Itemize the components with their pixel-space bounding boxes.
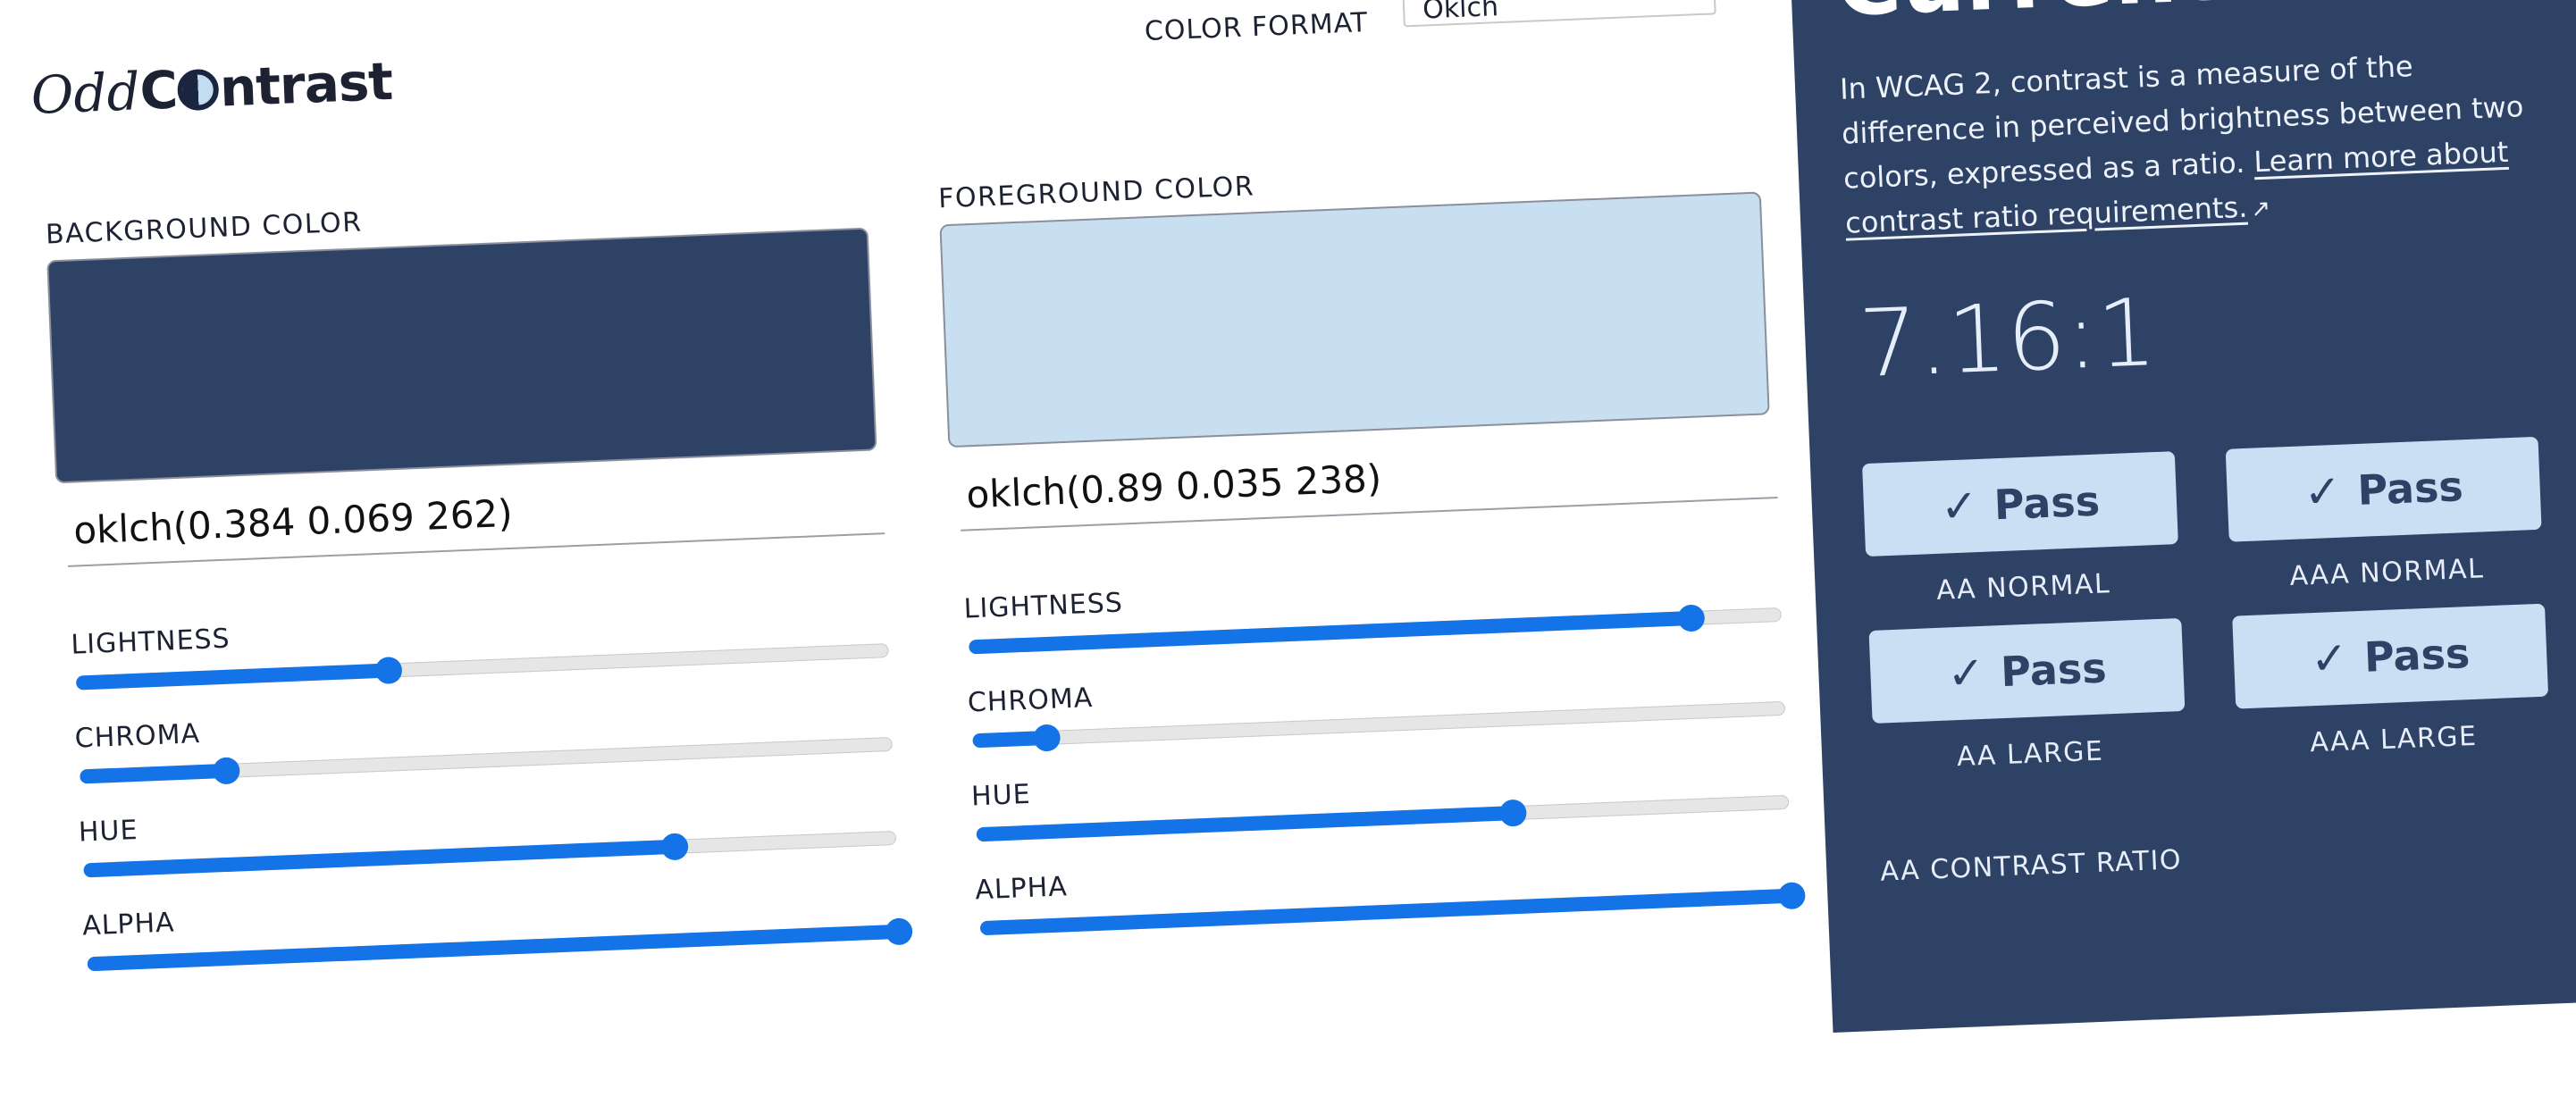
foreground-color-input[interactable] (958, 427, 1778, 532)
color-format-label: COLOR FORMAT (1144, 6, 1369, 47)
panel-title-bold: Current (1833, 0, 2221, 37)
background-hue-slider[interactable] (83, 830, 897, 878)
slider-thumb[interactable] (213, 757, 241, 785)
check-icon: ✓ (2309, 632, 2350, 686)
background-chroma-label: CHROMA (74, 718, 201, 755)
aa-normal-result: Pass (1993, 476, 2102, 530)
contrast-ratio-value: 7.16:1 (1857, 277, 2159, 399)
app-stage: OddCntrast COLOR FORMAT Oklch ⌄ BACKGROU… (0, 0, 2576, 1033)
slider-fill (87, 924, 899, 972)
panel-title: Current Ratio (1833, 0, 2480, 37)
aaa-large-label: AAA LARGE (2309, 720, 2479, 759)
aa-normal-check: ✓ Pass AA NORMAL (1862, 451, 2180, 609)
foreground-chroma-slider[interactable] (972, 700, 1786, 752)
foreground-chroma-label: CHROMA (967, 682, 1094, 719)
oddcontrast-logo[interactable]: OddC ntrast (29, 51, 393, 126)
logo-odd: Odd (29, 61, 141, 127)
background-hue-label: HUE (78, 814, 139, 849)
background-lightness-label: LIGHTNESS (70, 623, 231, 661)
current-ratio-panel: Current Ratio In WCAG 2, contrast is a m… (1786, 0, 2576, 1033)
background-swatch[interactable] (46, 227, 877, 484)
background-color-section: BACKGROUND COLOR LIGHTNESS CHROMA HUE AL… (38, 16, 913, 972)
aaa-normal-result: Pass (2356, 462, 2464, 515)
half-circle-logo-icon (177, 68, 221, 112)
check-icon: ✓ (2303, 465, 2343, 519)
aaa-normal-badge: ✓ Pass (2225, 436, 2542, 542)
background-chroma-slider[interactable] (80, 736, 894, 785)
background-alpha-slider[interactable] (87, 917, 913, 972)
check-icon: ✓ (1939, 480, 1979, 533)
slider-fill (80, 763, 227, 784)
aa-large-result: Pass (2000, 643, 2108, 697)
logo-rest: ntrast (218, 50, 394, 119)
foreground-alpha-slider[interactable] (979, 882, 1806, 936)
foreground-swatch[interactable] (939, 191, 1770, 448)
slider-fill (976, 806, 1513, 842)
aaa-large-check: ✓ Pass AAA LARGE (2232, 603, 2550, 762)
slider-thumb[interactable] (885, 917, 913, 946)
slider-fill (75, 663, 388, 691)
background-color-input[interactable] (64, 463, 885, 567)
slider-fill (979, 888, 1791, 936)
external-link-icon: ↗ (2250, 195, 2271, 223)
slider-thumb[interactable] (1677, 604, 1706, 632)
slider-thumb[interactable] (1032, 724, 1061, 752)
aaa-normal-label: AAA NORMAL (2288, 553, 2485, 593)
logo-c: C (138, 59, 179, 122)
background-alpha-label: ALPHA (81, 907, 176, 942)
chevron-down-icon: ⌄ (1681, 0, 1699, 5)
slider-fill (83, 839, 675, 878)
aa-large-check: ✓ Pass AA LARGE (1868, 617, 2187, 776)
panel-description: In WCAG 2, contrast is a measure of the … (1839, 39, 2543, 248)
color-format-value: Oklch (1422, 0, 1499, 26)
aaa-large-result: Pass (2362, 629, 2471, 682)
description-text: In WCAG 2, contrast is a measure of the … (1839, 49, 2525, 196)
check-icon: ✓ (1946, 646, 1986, 700)
aa-normal-label: AA NORMAL (1935, 568, 2111, 607)
aaa-large-badge: ✓ Pass (2232, 603, 2549, 709)
logo-contrast: Cntrast (138, 51, 393, 121)
foreground-hue-slider[interactable] (976, 794, 1790, 842)
panel-title-light: Ratio (2246, 0, 2480, 20)
foreground-lightness-label: LIGHTNESS (963, 587, 1124, 625)
slider-thumb[interactable] (1498, 799, 1528, 827)
aa-normal-badge: ✓ Pass (1862, 451, 2178, 557)
foreground-alpha-label: ALPHA (974, 871, 1069, 907)
slider-thumb[interactable] (660, 833, 689, 861)
foreground-hue-label: HUE (970, 778, 1032, 813)
slider-thumb[interactable] (374, 656, 403, 685)
color-format-select[interactable]: Oklch ⌄ (1400, 0, 1716, 28)
aaa-normal-check: ✓ Pass AAA NORMAL (2225, 436, 2544, 595)
foreground-color-label: FOREGROUND COLOR (937, 171, 1255, 215)
aa-large-badge: ✓ Pass (1868, 617, 2186, 724)
aa-large-label: AA LARGE (1956, 735, 2105, 774)
aa-contrast-ratio-label: AA CONTRAST RATIO (1879, 844, 2183, 888)
background-color-label: BACKGROUND COLOR (45, 206, 364, 251)
